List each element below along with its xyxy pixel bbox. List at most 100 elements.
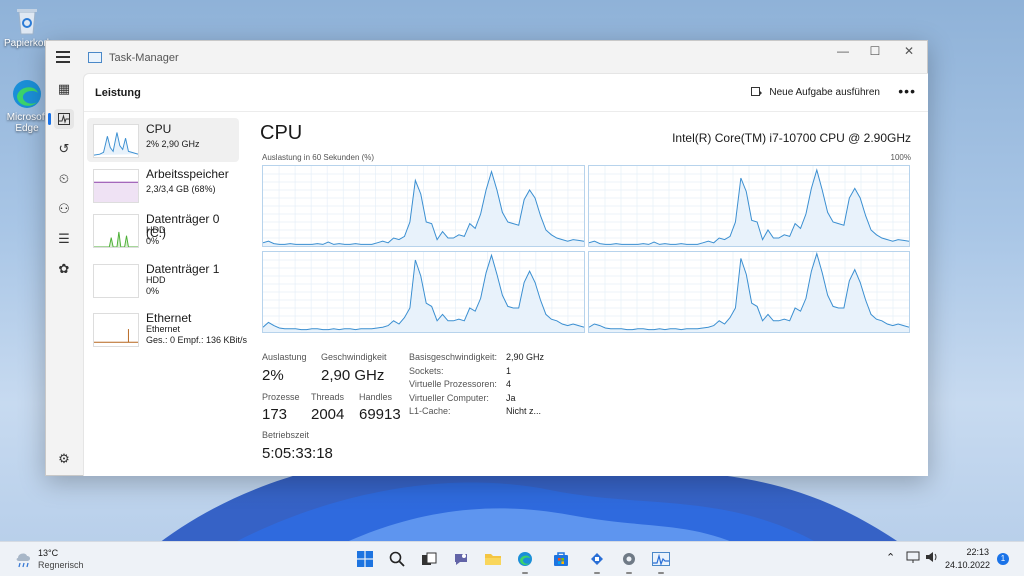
handles-label: Handles xyxy=(359,392,393,402)
desktop-icon-edge[interactable]: Microsoft Edge xyxy=(4,78,50,134)
resource-detail: Ethernet xyxy=(146,324,181,334)
file-explorer-icon[interactable] xyxy=(481,547,505,571)
detail-value: 1 xyxy=(506,366,512,376)
resource-usage: 0% xyxy=(146,236,160,246)
desktop-icon-label: Microsoft Edge xyxy=(6,112,48,134)
search-icon[interactable] xyxy=(385,547,409,571)
weather-temperature[interactable]: 13°C xyxy=(38,548,58,558)
clock-date[interactable]: 24.10.2022 xyxy=(945,560,990,570)
cpu-title: CPU xyxy=(260,122,303,144)
network-icon[interactable] xyxy=(906,550,920,567)
chat-icon[interactable] xyxy=(449,547,473,571)
detail-key: Virtueller Computer: xyxy=(409,393,489,403)
resource-name: Arbeitsspeicher xyxy=(146,167,229,181)
edge-icon[interactable] xyxy=(513,547,537,574)
edge-icon xyxy=(11,78,43,110)
nav-rail: ▦ ↺ ⏲ ⚇ ☰ ✿ ⚙ xyxy=(46,73,82,475)
run-task-icon xyxy=(751,87,763,96)
settings-icon[interactable] xyxy=(617,547,641,574)
resource-detail: HDD xyxy=(146,275,166,285)
page-header: Leistung Neue Aufgabe ausführen ••• xyxy=(84,74,928,112)
store-icon[interactable] xyxy=(549,547,573,571)
handles-value: 69913 xyxy=(359,406,401,423)
services-icon[interactable]: ✿ xyxy=(54,259,74,279)
task-manager-icon xyxy=(88,52,102,63)
utilization-value: 2% xyxy=(262,367,284,384)
resource-throughput: Ges.: 0 Empf.: 136 KBit/s xyxy=(146,335,248,345)
resource-name: CPU xyxy=(146,122,172,136)
speed-label: Geschwindigkeit xyxy=(321,352,387,362)
detail-value: Nicht z... xyxy=(506,406,542,416)
detail-value: 2,90 GHz xyxy=(506,352,545,362)
details-icon[interactable]: ☰ xyxy=(54,229,74,249)
minimize-button[interactable]: — xyxy=(826,41,860,63)
resource-name: Datenträger 1 xyxy=(146,262,220,276)
cpu-model: Intel(R) Core(TM) i7-10700 CPU @ 2.90GHz xyxy=(672,131,911,145)
ethernet-thumbnail-graph xyxy=(93,313,139,347)
processes-value: 173 xyxy=(262,406,288,423)
resource-item-disk-0[interactable]: Datenträger 0 (C:) HDD 0% xyxy=(87,208,239,252)
resource-item-memory[interactable]: Arbeitsspeicher 2,3/3,4 GB (68%) xyxy=(87,163,239,207)
users-icon[interactable]: ⚇ xyxy=(54,199,74,219)
resource-usage: 0% xyxy=(146,286,160,296)
resource-item-disk-1[interactable]: Datenträger 1 HDD 0% xyxy=(87,258,239,302)
threads-value: 2004 xyxy=(311,406,345,423)
close-button[interactable]: ✕ xyxy=(892,41,926,63)
core-graph-1 xyxy=(262,165,585,247)
menu-icon[interactable] xyxy=(56,51,70,63)
title-bar[interactable]: Task-Manager — ☐ ✕ xyxy=(46,41,927,73)
resource-list: CPU 2% 2,90 GHz Arbeitsspeicher 2,3/3,4 … xyxy=(84,112,247,476)
detail-value: Ja xyxy=(506,393,516,403)
task-manager-icon[interactable] xyxy=(649,547,673,574)
run-new-task-button[interactable]: Neue Aufgabe ausführen xyxy=(751,86,880,98)
resource-item-ethernet[interactable]: Ethernet Ethernet Ges.: 0 Empf.: 136 KBi… xyxy=(87,307,247,351)
core-graph-3 xyxy=(262,251,585,333)
disk1-thumbnail-graph xyxy=(93,264,139,298)
utilization-label: Auslastung xyxy=(262,352,307,362)
core-graph-4 xyxy=(588,251,910,333)
performance-icon[interactable] xyxy=(48,109,74,129)
resource-name: Ethernet xyxy=(146,311,192,325)
notification-badge[interactable]: 1 xyxy=(997,553,1009,565)
graph-max-label: 100% xyxy=(890,153,911,162)
settings-icon[interactable]: ⚙ xyxy=(54,449,74,469)
resource-item-cpu[interactable]: CPU 2% 2,90 GHz xyxy=(87,118,239,162)
more-options-button[interactable]: ••• xyxy=(898,83,916,99)
taskbar: 13°C Regnerisch ⌃ 22:13 24.10.2022 1 xyxy=(0,541,1024,576)
tray-chevron-icon[interactable]: ⌃ xyxy=(886,551,895,564)
weather-description[interactable]: Regnerisch xyxy=(38,560,84,570)
speed-value: 2,90 GHz xyxy=(321,367,385,384)
detail-key: Basisgeschwindigkeit: xyxy=(409,352,498,362)
start-icon[interactable] xyxy=(353,547,377,571)
resource-detail: 2,3/3,4 GB (68%) xyxy=(146,184,216,194)
desktop-icon-recycle-bin[interactable]: Papierkorb xyxy=(4,4,53,49)
desktop-icon-label: Papierkorb xyxy=(4,38,53,49)
detail-key: Virtuelle Prozessoren: xyxy=(409,379,497,389)
detail-key: Sockets: xyxy=(409,366,444,376)
disk0-thumbnail-graph xyxy=(93,214,139,248)
threads-label: Threads xyxy=(311,392,345,402)
app-history-icon[interactable]: ↺ xyxy=(54,139,74,159)
task-view-icon[interactable] xyxy=(417,547,441,571)
detail-key: L1-Cache: xyxy=(409,406,451,416)
memory-thumbnail-graph xyxy=(93,169,139,203)
core-graph-2 xyxy=(588,165,910,247)
resource-detail: HDD xyxy=(146,225,166,235)
cpu-thumbnail-graph xyxy=(93,124,139,158)
run-task-label: Neue Aufgabe ausführen xyxy=(769,86,880,98)
uptime-label: Betriebszeit xyxy=(262,430,310,440)
window-title: Task-Manager xyxy=(109,52,179,64)
volume-icon[interactable] xyxy=(925,550,939,567)
weather-icon[interactable] xyxy=(14,548,34,570)
processes-icon[interactable]: ▦ xyxy=(54,79,74,99)
startup-icon[interactable]: ⏲ xyxy=(54,169,74,189)
cpu-detail-panel: CPU Intel(R) Core(TM) i7-10700 CPU @ 2.9… xyxy=(260,112,915,476)
recycle-bin-icon xyxy=(11,4,43,36)
processes-label: Prozesse xyxy=(262,392,300,402)
task-manager-window: Task-Manager — ☐ ✕ ▦ ↺ ⏲ ⚇ ☰ ✿ ⚙ Leistun… xyxy=(45,40,928,476)
clock-time[interactable]: 22:13 xyxy=(945,547,989,557)
performance-page: Leistung Neue Aufgabe ausführen ••• CPU … xyxy=(83,73,928,476)
maximize-button[interactable]: ☐ xyxy=(858,41,892,63)
page-title: Leistung xyxy=(95,87,141,99)
widgets-icon[interactable] xyxy=(585,547,609,574)
